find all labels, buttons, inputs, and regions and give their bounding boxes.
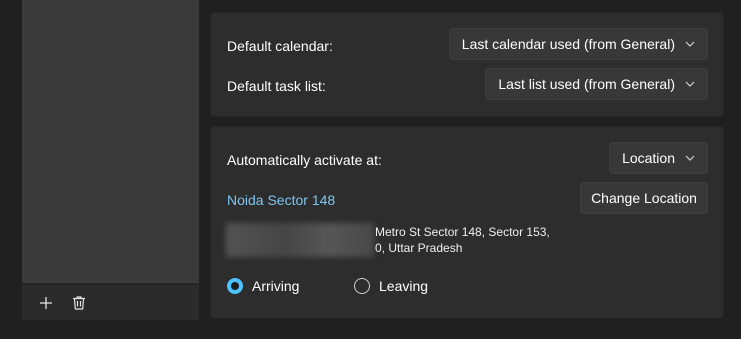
sidebar (22, 0, 199, 320)
activation-mode-value: Location (622, 150, 675, 166)
location-activation-card: Automatically activate at: Location Noid… (210, 126, 724, 319)
leaving-label: Leaving (379, 278, 429, 294)
arriving-label: Arriving (252, 278, 300, 294)
default-task-list-label: Default task list: (227, 78, 326, 94)
change-location-label: Change Location (591, 190, 697, 206)
default-calendar-value: Last calendar used (from General) (461, 36, 675, 52)
address-line-2: 0, Uttar Pradesh (375, 241, 463, 255)
default-calendar-dropdown[interactable]: Last calendar used (from General) (448, 28, 708, 60)
radio-selected-icon (227, 278, 243, 294)
redacted-address-region (226, 223, 374, 257)
default-task-list-dropdown[interactable]: Last list used (from General) (485, 68, 708, 100)
location-name-link[interactable]: Noida Sector 148 (227, 192, 335, 208)
default-task-list-value: Last list used (from General) (498, 76, 675, 92)
radio-unselected-icon (354, 278, 370, 294)
trash-icon (73, 296, 85, 310)
chevron-down-icon (685, 81, 695, 87)
defaults-card: Default calendar: Last calendar used (fr… (210, 12, 724, 117)
activation-mode-dropdown[interactable]: Location (609, 142, 708, 174)
leaving-radio[interactable]: Leaving (354, 278, 428, 294)
add-button[interactable] (36, 293, 56, 313)
default-calendar-label: Default calendar: (227, 38, 333, 54)
plus-icon (40, 297, 52, 309)
chevron-down-icon (685, 155, 695, 161)
arriving-radio[interactable]: Arriving (227, 278, 299, 294)
change-location-button[interactable]: Change Location (580, 182, 708, 214)
settings-window: Default calendar: Last calendar used (fr… (0, 0, 741, 339)
delete-button[interactable] (69, 293, 89, 313)
address-line-1: Metro St Sector 148, Sector 153, (375, 225, 550, 239)
activate-at-label: Automatically activate at: (227, 152, 382, 168)
chevron-down-icon (685, 41, 695, 47)
sidebar-list[interactable] (22, 0, 199, 283)
sidebar-footer (22, 284, 199, 320)
location-address: Metro St Sector 148, Sector 153, 0, Utta… (226, 223, 556, 257)
